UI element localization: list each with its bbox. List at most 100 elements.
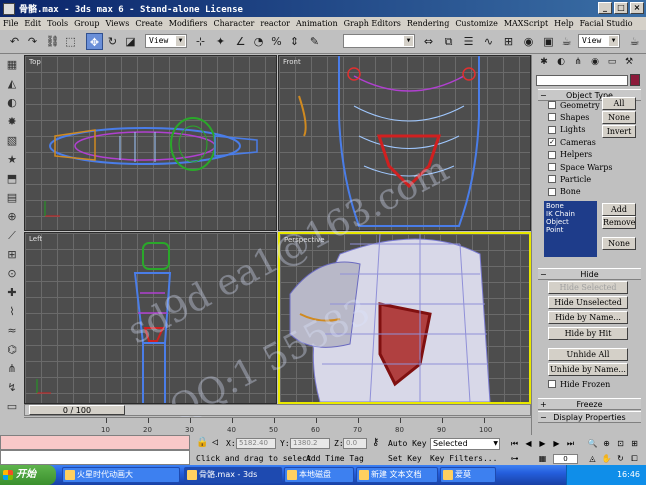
invert-button[interactable]: Invert bbox=[602, 125, 636, 138]
taskbar-button[interactable]: 爱莫 bbox=[440, 467, 496, 483]
taskbar-button[interactable]: 新建 文本文档 bbox=[356, 467, 438, 483]
taskbar-button[interactable]: 本地磁盘 bbox=[284, 467, 354, 483]
category-checkbox[interactable]: Space Warps bbox=[548, 161, 612, 173]
quick-render-icon[interactable]: ☕ bbox=[558, 33, 575, 50]
mirror-icon[interactable]: ⇔ bbox=[420, 33, 437, 50]
go-to-start-icon[interactable]: ⏮ bbox=[508, 438, 521, 450]
y-coord-field[interactable]: 1380.2 bbox=[290, 438, 330, 449]
menu-item[interactable]: Edit bbox=[21, 19, 44, 28]
zoom-icon[interactable]: 🔍 bbox=[586, 438, 599, 450]
maxscript-listener[interactable] bbox=[0, 435, 190, 465]
add-time-tag[interactable]: Add Time Tag bbox=[306, 454, 364, 463]
named-selection-icon[interactable]: ✎ bbox=[306, 33, 323, 50]
menu-item[interactable]: Animation bbox=[293, 19, 341, 28]
tab-display[interactable]: ▭ bbox=[604, 55, 620, 69]
menu-item[interactable]: reactor bbox=[257, 19, 293, 28]
category-checkbox[interactable]: Particle bbox=[548, 173, 591, 185]
set-key-button[interactable]: Set Key bbox=[388, 454, 422, 463]
render-view-select[interactable]: View ▼ bbox=[578, 34, 620, 48]
tab-modify[interactable]: ◐ bbox=[553, 55, 569, 69]
rollout-hide[interactable]: − Hide bbox=[538, 268, 641, 280]
remove-button[interactable]: Remove bbox=[602, 216, 636, 229]
pipe-icon[interactable]: ⟋ bbox=[0, 226, 24, 245]
menu-item[interactable]: Modifiers bbox=[166, 19, 211, 28]
close-button[interactable]: × bbox=[630, 2, 644, 14]
auto-key-button[interactable]: Auto Key bbox=[388, 439, 427, 448]
key-icon[interactable]: ⚷ bbox=[372, 437, 379, 448]
listener-input[interactable] bbox=[0, 450, 190, 465]
modifier-icon[interactable]: ⌬ bbox=[0, 340, 24, 359]
menu-item[interactable]: Group bbox=[71, 19, 102, 28]
nurbs-icon[interactable]: ★ bbox=[0, 150, 24, 169]
list-item[interactable]: IK Chain Object bbox=[546, 210, 595, 226]
viewport-front[interactable]: Front bbox=[278, 55, 531, 231]
tab-hierarchy[interactable]: ⋔ bbox=[570, 55, 586, 69]
layer-icon[interactable]: ☰ bbox=[460, 33, 477, 50]
unhide-by-name-button[interactable]: Unhide by Name... bbox=[548, 363, 628, 376]
reference-coord-select[interactable]: View ▼ bbox=[145, 34, 187, 48]
menu-item[interactable]: Facial Studio bbox=[577, 19, 636, 28]
current-frame-field[interactable]: 0 bbox=[553, 454, 578, 464]
play-icon[interactable]: ▶ bbox=[536, 438, 549, 450]
rollout-display-properties[interactable]: − Display Properties bbox=[538, 411, 641, 423]
key-filters-button[interactable]: Key Filters... bbox=[430, 454, 497, 463]
go-to-end-icon[interactable]: ⏭ bbox=[564, 438, 577, 450]
absolute-mode-icon[interactable]: ◁ bbox=[212, 437, 218, 448]
menu-item[interactable]: Character bbox=[210, 19, 257, 28]
motion-icon[interactable]: ↯ bbox=[0, 378, 24, 397]
track-bar[interactable]: 10 20 30 40 50 60 70 80 90 100 bbox=[24, 417, 531, 435]
previous-frame-icon[interactable]: ◀ bbox=[522, 438, 535, 450]
menu-item[interactable]: Help bbox=[551, 19, 576, 28]
all-button[interactable]: All bbox=[602, 97, 636, 110]
selection-list[interactable]: Bone IK Chain Object Point bbox=[544, 201, 597, 257]
patch-icon[interactable]: ▧ bbox=[0, 131, 24, 150]
named-selection-set[interactable]: ▼ bbox=[343, 34, 415, 48]
taskbar-button[interactable]: 火星时代动画大 bbox=[62, 467, 180, 483]
scale-icon[interactable]: ◪ bbox=[122, 33, 139, 50]
material-editor-icon[interactable]: ◉ bbox=[520, 33, 537, 50]
category-checkbox[interactable]: Lights bbox=[548, 124, 585, 136]
taskbar-button[interactable]: 骨骼.max - 3ds bbox=[184, 467, 282, 483]
schematic-icon[interactable]: ⊞ bbox=[500, 33, 517, 50]
align-icon[interactable]: ⧉ bbox=[440, 33, 457, 50]
rollout-freeze[interactable]: + Freeze bbox=[538, 398, 641, 410]
category-checkbox[interactable]: ✓ Cameras bbox=[548, 136, 596, 148]
category-checkbox[interactable]: Shapes bbox=[548, 111, 589, 123]
redo-icon[interactable]: ↷ bbox=[24, 33, 41, 50]
curve-editor-icon[interactable]: ∿ bbox=[480, 33, 497, 50]
wave-icon[interactable]: ≈ bbox=[0, 321, 24, 340]
time-config-icon[interactable]: ▦ bbox=[536, 453, 549, 465]
minimize-button[interactable]: _ bbox=[598, 2, 612, 14]
menu-item[interactable]: File bbox=[0, 19, 21, 28]
time-slider-thumb[interactable]: 0 / 100 bbox=[29, 405, 125, 415]
shape-icon[interactable]: ◭ bbox=[0, 74, 24, 93]
hide-selected-button[interactable]: Hide Selected bbox=[548, 281, 628, 294]
menu-item[interactable]: MAXScript bbox=[501, 19, 551, 28]
compound-icon[interactable]: ◐ bbox=[0, 93, 24, 112]
none-list-button[interactable]: None bbox=[602, 237, 636, 250]
menu-item[interactable]: Customize bbox=[452, 19, 501, 28]
lock-selection-icon[interactable]: 🔒 bbox=[196, 437, 208, 448]
category-checkbox[interactable]: Bone bbox=[548, 186, 581, 198]
percent-snap-icon[interactable]: % bbox=[268, 33, 285, 50]
tab-motion[interactable]: ◉ bbox=[587, 55, 603, 69]
rotate-icon[interactable]: ↻ bbox=[104, 33, 121, 50]
key-mode-select[interactable]: Selected ▼ bbox=[430, 438, 500, 450]
spinner-snap-icon[interactable]: ⇕ bbox=[286, 33, 303, 50]
snap-icon[interactable]: ∠ bbox=[232, 33, 249, 50]
category-checkbox[interactable]: Geometry bbox=[548, 99, 600, 111]
select-move-icon[interactable]: ✥ bbox=[86, 33, 103, 50]
object-color-swatch[interactable] bbox=[630, 74, 640, 86]
undo-icon[interactable]: ↶ bbox=[6, 33, 23, 50]
start-button[interactable]: 开始 bbox=[0, 465, 56, 485]
list-item[interactable]: Bone bbox=[546, 202, 595, 210]
display-icon[interactable]: ▭ bbox=[0, 397, 24, 416]
angle-snap-icon[interactable]: ◔ bbox=[250, 33, 267, 50]
hide-by-hit-button[interactable]: Hide by Hit bbox=[548, 327, 628, 340]
tab-create[interactable]: ✱ bbox=[536, 55, 552, 69]
zoom-extents-icon[interactable]: ⊡ bbox=[614, 438, 627, 450]
render-scene-icon[interactable]: ▣ bbox=[540, 33, 557, 50]
menu-item[interactable]: Graph Editors bbox=[341, 19, 404, 28]
box-icon[interactable]: ▦ bbox=[0, 55, 24, 74]
none-button[interactable]: None bbox=[602, 111, 636, 124]
